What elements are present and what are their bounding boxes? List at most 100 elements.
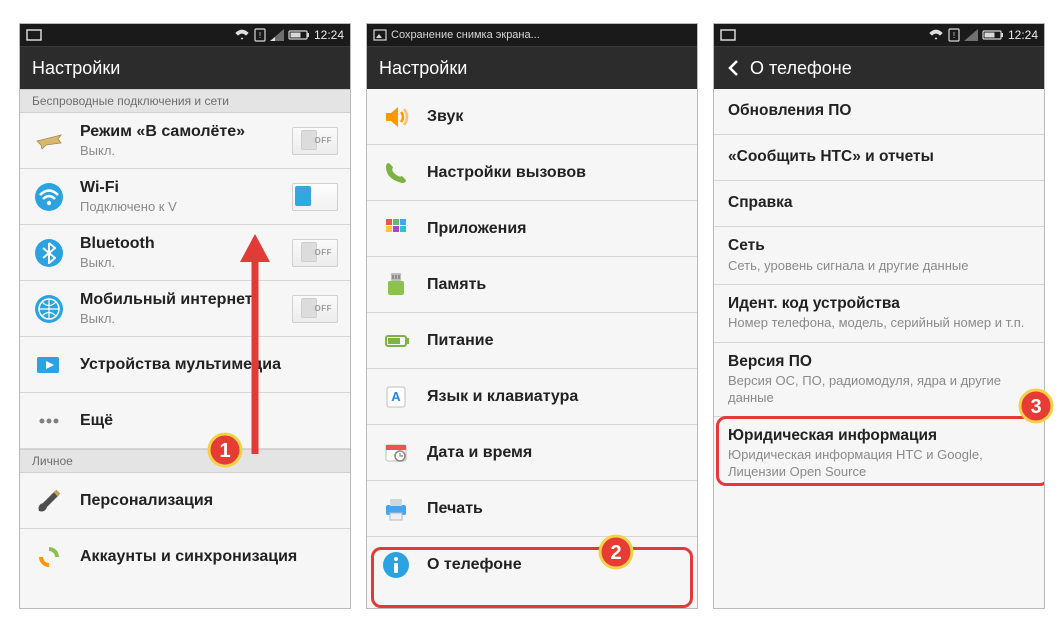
status-bar: ! 12:24 <box>714 24 1044 46</box>
apps-title: Приложения <box>427 219 685 238</box>
battery-icon <box>288 29 310 41</box>
net-sub: Сеть, уровень сигнала и другие данные <box>728 258 1030 274</box>
calendar-icon <box>379 436 413 470</box>
section-wireless: Беспроводные подключения и сети <box>20 89 350 113</box>
apps-icon <box>379 212 413 246</box>
more-title: Ещё <box>80 411 338 430</box>
mm-title: Устройства мультимедиа <box>80 355 338 374</box>
sim-icon: ! <box>254 28 266 42</box>
item-mobiledata[interactable]: Мобильный интернет Выкл. <box>20 281 350 337</box>
sync-icon <box>32 540 66 574</box>
net-title: Сеть <box>728 237 1030 256</box>
item-personalize[interactable]: Персонализация <box>20 473 350 529</box>
ident-sub: Номер телефона, модель, серийный номер и… <box>728 315 1030 331</box>
section-personal: Личное <box>20 449 350 473</box>
storage-icon <box>379 268 413 302</box>
ident-title: Идент. код устройства <box>728 295 1030 314</box>
item-accounts[interactable]: Аккаунты и синхронизация <box>20 529 350 585</box>
status-bar: Сохранение снимка экрана... <box>367 24 697 46</box>
header-title: Настройки <box>379 58 467 79</box>
md-toggle[interactable] <box>292 295 338 323</box>
help-title: Справка <box>728 194 1030 213</box>
sound-title: Звук <box>427 107 685 126</box>
sound-icon <box>379 100 413 134</box>
md-title: Мобильный интернет <box>80 290 278 309</box>
item-swversion[interactable]: Версия ПО Версия ОС, ПО, радиомодуля, яд… <box>714 343 1044 417</box>
storage-title: Память <box>427 275 685 294</box>
app-header: Настройки <box>20 46 350 89</box>
printer-icon <box>379 492 413 526</box>
bt-toggle[interactable] <box>292 239 338 267</box>
item-about[interactable]: О телефоне <box>367 537 697 593</box>
brush-icon <box>32 484 66 518</box>
tab-icon <box>720 29 736 41</box>
acc-title: Аккаунты и синхронизация <box>80 547 338 566</box>
battery-settings-icon <box>379 324 413 358</box>
dlna-icon <box>32 348 66 382</box>
wifi-settings-icon <box>32 180 66 214</box>
power-title: Питание <box>427 331 685 350</box>
wifi-toggle[interactable] <box>292 183 338 211</box>
bluetooth-icon <box>32 236 66 270</box>
item-datetime[interactable]: Дата и время <box>367 425 697 481</box>
md-sub: Выкл. <box>80 311 278 327</box>
item-calls[interactable]: Настройки вызовов <box>367 145 697 201</box>
item-airplane[interactable]: Режим «В самолёте» Выкл. <box>20 113 350 169</box>
item-more[interactable]: Ещё <box>20 393 350 449</box>
item-power[interactable]: Питание <box>367 313 697 369</box>
svg-text:A: A <box>391 389 401 404</box>
battery-icon <box>982 29 1004 41</box>
wifi-icon <box>928 29 944 41</box>
screenshot-3: ! 12:24 О телефоне Обновления ПО <box>714 24 1044 608</box>
item-sound[interactable]: Звук <box>367 89 697 145</box>
image-icon <box>373 29 387 41</box>
wifi-title: Wi-Fi <box>80 178 278 197</box>
svg-text:!: ! <box>953 31 955 40</box>
upd-title: Обновления ПО <box>728 102 1030 121</box>
status-bar: ! 12:24 <box>20 24 350 46</box>
lang-title: Язык и клавиатура <box>427 387 685 406</box>
settings-list: Режим «В самолёте» Выкл. Wi-Fi Подключен… <box>20 113 350 608</box>
datetime-title: Дата и время <box>427 443 685 462</box>
sw-sub: Версия ОС, ПО, радиомодуля, ядра и други… <box>728 373 1030 406</box>
app-header[interactable]: О телефоне <box>714 46 1044 89</box>
calls-title: Настройки вызовов <box>427 163 685 182</box>
language-icon: A <box>379 380 413 414</box>
print-title: Печать <box>427 499 685 518</box>
item-ident[interactable]: Идент. код устройства Номер телефона, мо… <box>714 285 1044 343</box>
wifi-icon <box>234 29 250 41</box>
about-title: О телефоне <box>427 555 685 574</box>
settings-list-2: Звук Настройки вызовов Приложения <box>367 89 697 608</box>
item-storage[interactable]: Память <box>367 257 697 313</box>
airplane-sub: Выкл. <box>80 143 278 159</box>
bt-title: Bluetooth <box>80 234 278 253</box>
item-lang[interactable]: A Язык и клавиатура <box>367 369 697 425</box>
wifi-sub: Подключено к V <box>80 199 278 215</box>
item-help[interactable]: Справка <box>714 181 1044 227</box>
pers-title: Персонализация <box>80 491 338 510</box>
tab-icon <box>26 29 42 41</box>
sw-title: Версия ПО <box>728 353 1030 372</box>
back-icon[interactable] <box>726 59 740 77</box>
item-updates[interactable]: Обновления ПО <box>714 89 1044 135</box>
airplane-toggle[interactable] <box>292 127 338 155</box>
item-legal[interactable]: Юридическая информация Юридическая инфор… <box>714 417 1044 490</box>
item-bluetooth[interactable]: Bluetooth Выкл. <box>20 225 350 281</box>
signal-icon <box>270 29 284 41</box>
header-title: Настройки <box>32 58 120 79</box>
status-time: 12:24 <box>1008 28 1038 42</box>
signal-icon <box>964 29 978 41</box>
airplane-title: Режим «В самолёте» <box>80 122 278 141</box>
info-icon <box>379 548 413 582</box>
item-apps[interactable]: Приложения <box>367 201 697 257</box>
item-multimedia[interactable]: Устройства мультимедиа <box>20 337 350 393</box>
item-tellhtc[interactable]: «Сообщить HTC» и отчеты <box>714 135 1044 181</box>
screenshot-2: Сохранение снимка экрана... Настройки Зв… <box>367 24 697 608</box>
item-wifi[interactable]: Wi-Fi Подключено к V <box>20 169 350 225</box>
phone-icon <box>379 156 413 190</box>
item-print[interactable]: Печать <box>367 481 697 537</box>
item-network[interactable]: Сеть Сеть, уровень сигнала и другие данн… <box>714 227 1044 285</box>
tell-title: «Сообщить HTC» и отчеты <box>728 148 1030 167</box>
bt-sub: Выкл. <box>80 255 278 271</box>
more-icon <box>32 404 66 438</box>
